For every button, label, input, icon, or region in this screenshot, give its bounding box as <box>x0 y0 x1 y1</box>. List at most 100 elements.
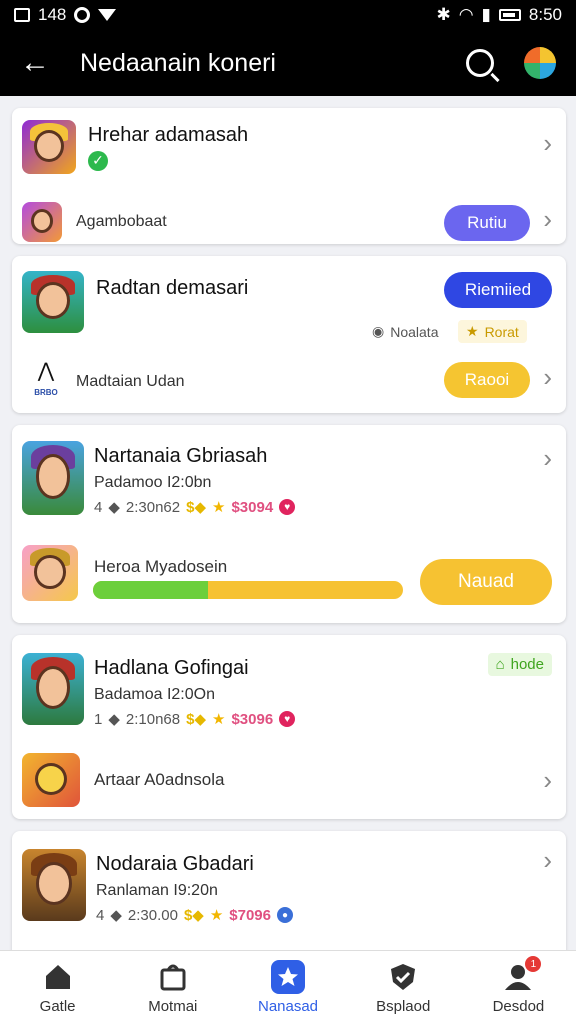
game-thumbnail <box>22 271 84 333</box>
premium-button[interactable]: Riemiied <box>444 272 552 308</box>
meta-time: 2:30n62 <box>125 498 181 516</box>
star-icon: ★ <box>209 907 224 924</box>
meta-count: 4 <box>96 906 105 924</box>
game-title: Hadlana Gofingai <box>94 657 249 679</box>
nav-label: Nanasad <box>257 998 319 1015</box>
location-icon <box>98 9 117 21</box>
game-card-5[interactable]: Nodaraia Gbadari Ranlaman I9:20n 4 ◆ 2:3… <box>12 831 566 950</box>
game-title: Nodaraia Gbadari <box>96 853 254 875</box>
search-icon[interactable] <box>466 49 494 77</box>
info-tag: ◉ Noalata <box>364 320 447 343</box>
game-meta: 4 ◆ 2:30.00 $◆ ★ $7096 ● <box>96 906 293 924</box>
game-card-3[interactable]: Nartanaia Gbriasah Padamoo I2:0bn 4 ◆ 2:… <box>12 425 566 623</box>
profile-icon: 1 <box>501 956 542 994</box>
tag-icon: ◆ <box>110 907 122 924</box>
meta-time: 2:30.00 <box>127 906 178 924</box>
meta-count: 4 <box>94 498 103 516</box>
meta-count: 1 <box>94 710 103 728</box>
game-title: Nartanaia Gbriasah <box>94 445 268 467</box>
game-card-2[interactable]: Radtan demasari Riemiied ◉ Noalata ★ Ror… <box>12 256 566 413</box>
game-meta: 4 ◆ 2:30n62 $◆ ★ $3094 ♥ <box>94 498 296 516</box>
chevron-right-icon[interactable]: › <box>543 362 552 393</box>
game-card-1[interactable]: Hrehar adamasah ✓ › Agambobaat Rutiu › <box>12 108 566 244</box>
sub-game-label: Agambobaat <box>76 213 167 230</box>
chevron-right-icon[interactable]: › <box>543 845 552 876</box>
game-list: Hrehar adamasah ✓ › Agambobaat Rutiu › R… <box>0 96 576 950</box>
sub-game-label: Artaar A0adnsola <box>94 770 225 789</box>
tag-icon: ◆ <box>108 711 120 728</box>
game-thumbnail <box>22 441 84 515</box>
shield-check-icon <box>386 960 420 994</box>
star-icon: ★ <box>212 711 226 728</box>
coin-icon: $◆ <box>186 711 207 728</box>
globe-badge-icon: ● <box>277 907 293 923</box>
game-card-4[interactable]: Hadlana Gofingai Badamoa I2:0On 1 ◆ 2:10… <box>12 635 566 819</box>
heart-badge-icon: ♥ <box>279 499 296 515</box>
game-subtitle: Badamoa I2:0On <box>94 686 215 703</box>
home-small-icon: ⌂ <box>495 656 505 673</box>
rating-tag: ★ Rorat <box>458 320 527 343</box>
meta-time: 2:10n68 <box>125 710 181 728</box>
game-meta: 1 ◆ 2:10n68 $◆ ★ $3096 ♥ <box>94 710 296 728</box>
status-bar: 148 ✱ ◠ ▮ 8:50 <box>0 0 576 30</box>
action-button[interactable]: Raooi <box>444 362 530 398</box>
nav-item-profile[interactable]: 1 Desdod <box>461 951 576 1024</box>
publisher-logo: ⋀ BRBO <box>30 360 62 404</box>
chevron-right-icon[interactable]: › <box>543 443 552 474</box>
nav-item-home[interactable]: Gatle <box>0 951 115 1024</box>
download-progress-fill <box>93 581 208 599</box>
nav-item-shield[interactable]: Bsplaod <box>346 951 461 1024</box>
coin-icon: $◆ <box>183 907 204 924</box>
game-subtitle: Ranlaman I9:20n <box>96 882 218 899</box>
back-arrow-icon[interactable]: ← <box>20 46 60 80</box>
shield-icon: ◉ <box>372 323 385 339</box>
meta-price: $3094 <box>231 498 274 516</box>
star-icon: ★ <box>212 499 226 516</box>
sub-game-thumbnail <box>22 202 62 242</box>
sub-game-label: Madtaian Udan <box>76 373 185 390</box>
chevron-right-icon[interactable]: › <box>543 204 552 235</box>
download-progress-bar <box>93 581 403 599</box>
status-badge: ⌂ hode <box>487 653 552 676</box>
nav-item-star[interactable]: Nanasad <box>230 951 345 1024</box>
game-thumbnail <box>22 653 84 725</box>
app-logo-icon[interactable] <box>524 47 556 79</box>
game-title: Hrehar adamasah <box>88 123 249 146</box>
nav-label: Bsplaod <box>376 998 431 1015</box>
verified-check-icon: ✓ <box>88 150 108 171</box>
gallery-icon <box>14 8 30 22</box>
chevron-right-icon[interactable]: › <box>543 128 552 159</box>
sub-game-thumbnail <box>22 545 78 601</box>
nav-label: Motmai <box>148 998 198 1015</box>
action-button[interactable]: Nauad <box>420 559 552 605</box>
bluetooth-icon: ✱ <box>436 5 451 24</box>
sub-game-label: Heroa Myadosein <box>94 557 228 576</box>
meta-price: $7096 <box>229 906 271 924</box>
nav-label: Gatle <box>39 998 76 1015</box>
home-icon <box>41 960 75 994</box>
nav-label: Desdod <box>492 998 545 1015</box>
game-title: Radtan demasari <box>96 277 249 299</box>
coin-icon: $◆ <box>186 499 207 516</box>
star-icon <box>271 960 305 994</box>
nav-item-bag[interactable]: Motmai <box>115 951 230 1024</box>
game-subtitle: Padamoo I2:0bn <box>94 474 212 491</box>
app-bar: ← Nedaanain koneri <box>0 30 576 96</box>
notification-badge: 1 <box>525 956 542 972</box>
meta-price: $3096 <box>231 710 274 728</box>
status-time: 8:50 <box>528 5 562 24</box>
badge-label: hode <box>510 656 544 673</box>
page-title: Nedaanain koneri <box>80 48 276 77</box>
star-icon: ★ <box>466 323 479 339</box>
chevron-right-icon[interactable]: › <box>543 765 552 796</box>
bag-icon <box>156 960 190 994</box>
publisher-logo-text: BRBO <box>34 388 58 397</box>
action-button[interactable]: Rutiu <box>444 205 530 241</box>
bottom-nav: Gatle Motmai Nanasad Bsplaod 1 Desdod <box>0 950 576 1024</box>
publisher-logo-mark-icon: ⋀ <box>37 360 55 382</box>
status-left-text: 148 <box>38 5 67 24</box>
wifi-icon: ◠ <box>458 5 474 24</box>
tag-label: Rorat <box>484 323 519 340</box>
heart-badge-icon: ♥ <box>279 711 296 727</box>
tag-icon: ◆ <box>108 499 120 516</box>
